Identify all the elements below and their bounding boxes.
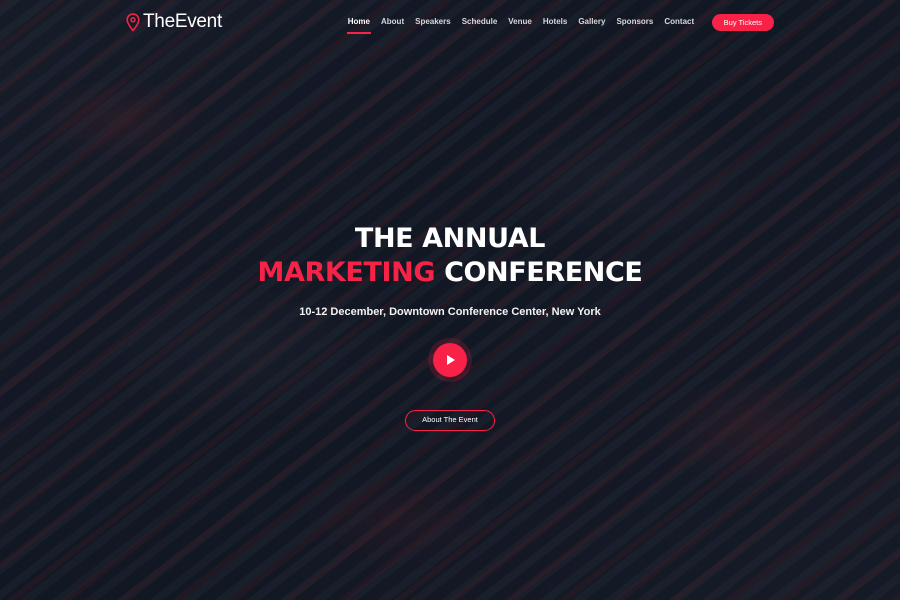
- nav-item-hotels[interactable]: Hotels: [537, 0, 572, 44]
- play-video-button[interactable]: [428, 338, 472, 382]
- hero-title-line1: The Annual: [354, 223, 546, 254]
- about-event-button[interactable]: About The Event: [405, 410, 495, 431]
- play-icon: [447, 355, 455, 365]
- nav-item-contact[interactable]: Contact: [659, 0, 700, 44]
- nav-item-about[interactable]: About: [376, 0, 410, 44]
- logo-text-prefix: The: [143, 11, 175, 32]
- main-nav: Home About Speakers Schedule Venue Hotel…: [342, 0, 774, 44]
- hero-title-accent: Marketing: [257, 257, 436, 288]
- hero-title: The Annual Marketing Conference: [0, 222, 900, 290]
- nav-item-gallery[interactable]: Gallery: [573, 0, 611, 44]
- logo-text-suffix: Event: [174, 11, 222, 32]
- site-header: The Event Home About Speakers Schedule Ve…: [0, 0, 900, 44]
- play-button-circle: [433, 343, 467, 377]
- hero-content: The Annual Marketing Conference 10-12 De…: [0, 222, 900, 431]
- nav-item-sponsors[interactable]: Sponsors: [611, 0, 659, 44]
- buy-tickets-button[interactable]: Buy Tickets: [711, 13, 774, 31]
- map-pin-icon: [126, 12, 140, 32]
- nav-item-schedule[interactable]: Schedule: [456, 0, 503, 44]
- site-logo[interactable]: The Event: [126, 11, 222, 33]
- nav-item-speakers[interactable]: Speakers: [410, 0, 457, 44]
- nav-item-venue[interactable]: Venue: [503, 0, 538, 44]
- hero-subtitle: 10-12 December, Downtown Conference Cent…: [299, 306, 601, 318]
- hero-title-line2: Conference: [444, 257, 643, 288]
- nav-item-home[interactable]: Home: [342, 0, 375, 44]
